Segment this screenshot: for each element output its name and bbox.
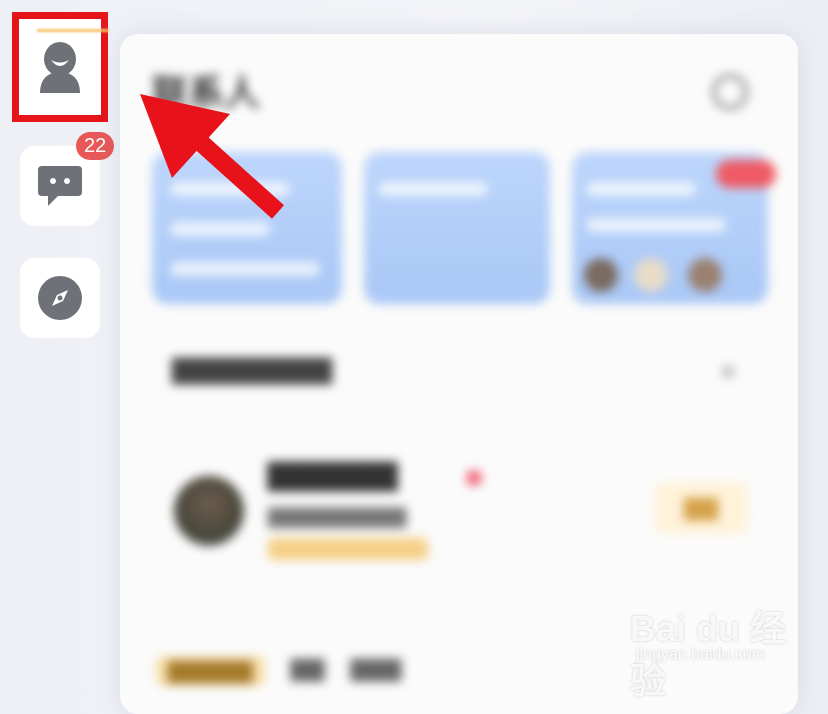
contacts-button[interactable]	[12, 12, 108, 122]
search-icon[interactable]	[712, 74, 748, 110]
close-icon[interactable]: ×	[720, 356, 736, 388]
person-icon	[40, 42, 80, 93]
watermark-site: jingyan.baidu.com	[636, 646, 765, 663]
unread-badge: 22	[76, 132, 115, 160]
feature-card[interactable]	[572, 152, 776, 304]
avatar	[634, 258, 668, 292]
feature-card[interactable]	[364, 152, 550, 304]
add-friend-button[interactable]: ▇▇	[654, 482, 748, 534]
card-badge	[716, 160, 776, 188]
gender-icon	[466, 470, 482, 486]
tag	[268, 538, 428, 560]
section-title: ▇▇▇▇▇▇▇▇	[172, 354, 332, 384]
suggested-contact-subtitle: ▇▇▇▇▇▇▇▇▇	[268, 506, 407, 528]
avatar	[688, 258, 722, 292]
tab[interactable]: ▇▇▇	[350, 656, 401, 686]
compass-icon	[38, 276, 82, 320]
annotation-arrow	[140, 94, 285, 219]
bottom-tabs: ▇▇▇▇▇ ▇▇ ▇▇▇	[156, 656, 401, 686]
watermark: Bai du 经验 jingyan.baidu.com	[630, 600, 800, 701]
suggested-contact-name: ▇▇▇▇▇▇	[268, 459, 398, 490]
chat-bubble-icon	[38, 166, 82, 206]
tab[interactable]: ▇▇	[291, 656, 325, 686]
discover-button[interactable]	[20, 258, 100, 338]
tab[interactable]: ▇▇▇▇▇	[156, 656, 265, 686]
avatar	[174, 476, 244, 546]
avatar	[584, 258, 618, 292]
